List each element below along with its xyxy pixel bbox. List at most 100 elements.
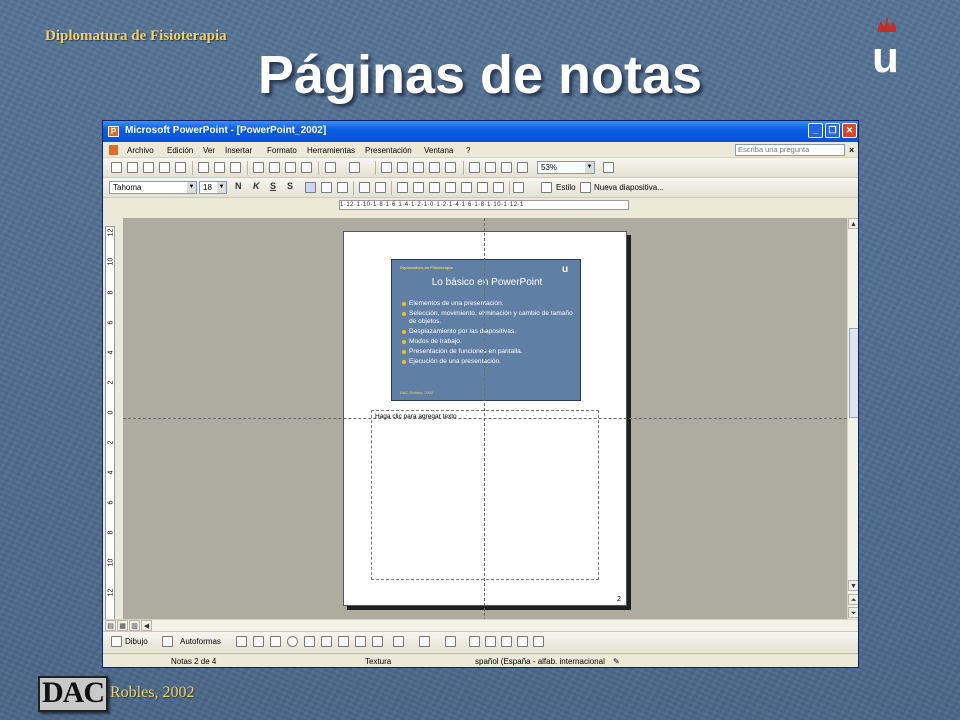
close-button[interactable]: ✕: [842, 123, 857, 138]
bold-icon[interactable]: N: [235, 181, 242, 191]
copy-icon[interactable]: [269, 162, 280, 173]
menu-ver[interactable]: Ver: [203, 146, 215, 155]
open-icon[interactable]: [127, 162, 138, 173]
align-left-icon[interactable]: [305, 182, 316, 193]
notes-textbox[interactable]: Haga clic para agregar texto: [371, 410, 599, 580]
slide-design-label[interactable]: Estilo: [556, 183, 576, 192]
increase-font-icon[interactable]: [397, 182, 408, 193]
font-select[interactable]: Tahoma ▼: [109, 181, 197, 194]
notes-page-workarea[interactable]: Diplomatura de Fisioterapia u Lo básico …: [123, 218, 847, 631]
fill-color-icon[interactable]: [393, 636, 404, 647]
vertical-guide[interactable]: [484, 218, 485, 631]
font-size-select[interactable]: 18 ▼: [199, 181, 227, 194]
next-slide-icon[interactable]: ⏷: [848, 607, 858, 618]
shadow-icon[interactable]: S: [287, 181, 293, 191]
horizontal-scrollbar[interactable]: ▤ ▦ ▥ ◀: [103, 619, 858, 631]
horizontal-ruler[interactable]: 1·12·1·10·1·8·1·6·1·4·1·2·1·0·1·2·1·4·1·…: [339, 200, 629, 210]
help-question-input[interactable]: Escriba una pregunta: [735, 144, 845, 156]
print-preview-icon[interactable]: [214, 162, 225, 173]
previous-slide-icon[interactable]: ⏶: [848, 594, 858, 605]
menu-help[interactable]: ?: [466, 146, 470, 155]
picture-icon[interactable]: [372, 636, 383, 647]
vertical-ruler[interactable]: 12 10 8 6 4 2 0 2 4 6 8 10 12: [105, 226, 115, 626]
show-grid-icon[interactable]: [501, 162, 512, 173]
align-right-icon[interactable]: [337, 182, 348, 193]
menu-formato[interactable]: Formato: [267, 146, 297, 155]
insert-table-icon[interactable]: [397, 162, 408, 173]
cut-icon[interactable]: [253, 162, 264, 173]
rectangle-icon[interactable]: [270, 636, 281, 647]
line-icon[interactable]: [236, 636, 247, 647]
draw-menu[interactable]: Dibujo: [125, 637, 148, 646]
undo-icon[interactable]: [325, 162, 336, 173]
diagram-icon[interactable]: [338, 636, 349, 647]
dash-style-icon[interactable]: [485, 636, 496, 647]
font-color-icon[interactable]: [513, 182, 524, 193]
new-slide-icon[interactable]: [580, 182, 591, 193]
font-color-icon[interactable]: [445, 636, 456, 647]
spelling-icon[interactable]: [230, 162, 241, 173]
insert-diagram-icon[interactable]: [429, 162, 440, 173]
menu-insertar[interactable]: Insertar: [225, 146, 252, 155]
email-icon[interactable]: [175, 162, 186, 173]
title-bar[interactable]: P Microsoft PowerPoint - [PowerPoint_200…: [103, 121, 858, 142]
slideshow-view-icon[interactable]: ▥: [129, 620, 140, 631]
scroll-left-icon[interactable]: ◀: [141, 620, 152, 631]
menu-edicion[interactable]: Edición: [167, 146, 193, 155]
draw-menu-icon[interactable]: [111, 636, 122, 647]
vertical-scrollbar[interactable]: ▲ ▼ ⏶ ⏷: [847, 218, 858, 631]
insert-hyperlink-icon[interactable]: [445, 162, 456, 173]
increase-spacing-icon[interactable]: [429, 182, 440, 193]
expand-all-icon[interactable]: [469, 162, 480, 173]
autoshapes-menu[interactable]: Autoformas: [180, 637, 221, 646]
help-icon[interactable]: [603, 162, 614, 173]
redo-icon[interactable]: [349, 162, 360, 173]
menu-ventana[interactable]: Ventana: [424, 146, 453, 155]
decrease-font-icon[interactable]: [413, 182, 424, 193]
shadow-style-icon[interactable]: [517, 636, 528, 647]
tables-borders-icon[interactable]: [413, 162, 424, 173]
select-objects-icon[interactable]: [162, 636, 173, 647]
decrease-spacing-icon[interactable]: [445, 182, 456, 193]
italic-icon[interactable]: K: [253, 181, 260, 191]
menu-presentacion[interactable]: Presentación: [365, 146, 412, 155]
3d-style-icon[interactable]: [533, 636, 544, 647]
slide-design-icon[interactable]: [541, 182, 552, 193]
normal-view-icon[interactable]: ▤: [105, 620, 116, 631]
new-slide-label[interactable]: Nueva diapositiva...: [594, 183, 664, 192]
bullets-icon[interactable]: [375, 182, 386, 193]
horizontal-guide[interactable]: [123, 418, 847, 419]
line-style-icon[interactable]: [469, 636, 480, 647]
promote-icon[interactable]: [493, 182, 504, 193]
minimize-button[interactable]: _: [808, 123, 823, 138]
line-color-icon[interactable]: [419, 636, 430, 647]
scroll-up-icon[interactable]: ▲: [848, 218, 858, 229]
save-icon[interactable]: [143, 162, 154, 173]
show-formatting-icon[interactable]: [485, 162, 496, 173]
restore-button[interactable]: ❐: [825, 123, 840, 138]
arrow-icon[interactable]: [253, 636, 264, 647]
slide-thumbnail[interactable]: Diplomatura de Fisioterapia u Lo básico …: [391, 259, 581, 401]
zoom-select[interactable]: 53% ▼: [537, 161, 595, 174]
increase-indent-icon[interactable]: [477, 182, 488, 193]
numbering-icon[interactable]: [359, 182, 370, 193]
spelling-status-icon[interactable]: ✎: [613, 657, 620, 666]
wordart-icon[interactable]: [321, 636, 332, 647]
arrow-style-icon[interactable]: [501, 636, 512, 647]
align-center-icon[interactable]: [321, 182, 332, 193]
textbox-icon[interactable]: [304, 636, 315, 647]
insert-chart-icon[interactable]: [381, 162, 392, 173]
sorter-view-icon[interactable]: ▦: [117, 620, 128, 631]
document-close-icon[interactable]: ×: [849, 145, 854, 155]
menu-archivo[interactable]: Archivo: [127, 146, 154, 155]
paste-icon[interactable]: [285, 162, 296, 173]
permission-icon[interactable]: [159, 162, 170, 173]
underline-icon[interactable]: S: [270, 181, 276, 191]
format-painter-icon[interactable]: [301, 162, 312, 173]
oval-icon[interactable]: [287, 636, 298, 647]
menu-herramientas[interactable]: Herramientas: [307, 146, 355, 155]
print-icon[interactable]: [198, 162, 209, 173]
new-icon[interactable]: [111, 162, 122, 173]
color-grayscale-icon[interactable]: [517, 162, 528, 173]
clipart-icon[interactable]: [355, 636, 366, 647]
